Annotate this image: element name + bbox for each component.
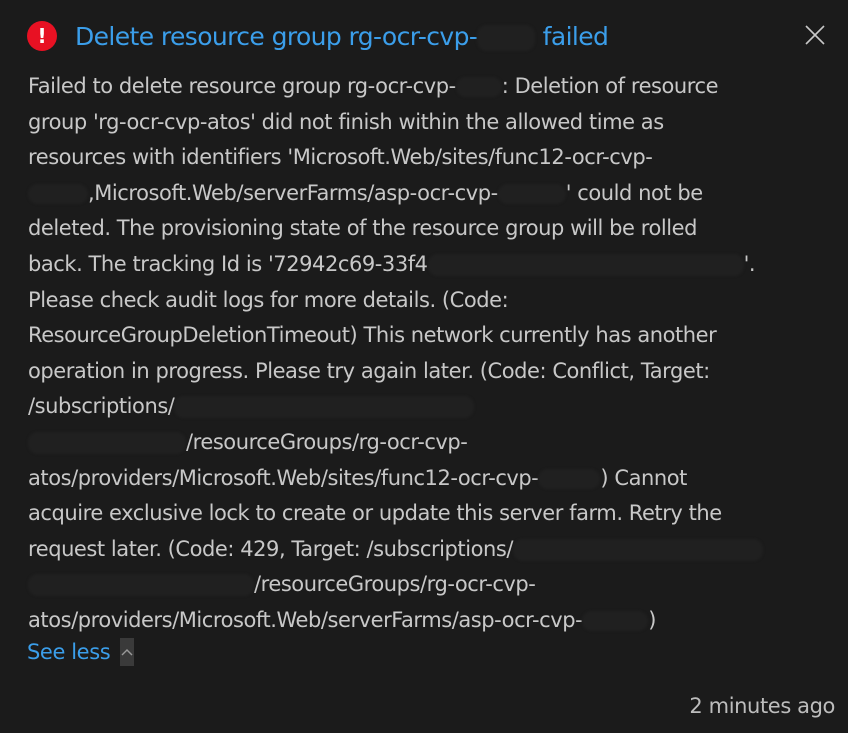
message-line: /subscriptions/ (28, 389, 828, 425)
redacted-text (497, 183, 566, 204)
redacted-text (427, 253, 744, 276)
message-line: Failed to delete resource group rg-ocr-c… (28, 69, 828, 105)
message-text: '. (743, 251, 756, 276)
message-line: operation in progress. Please try again … (28, 358, 710, 383)
message-line: ResourceGroupDeletionTimeout) This netwo… (28, 323, 717, 348)
message-text: ,Microsoft.Web/serverFarms/asp-ocr-cvp- (88, 180, 498, 205)
close-button[interactable] (800, 20, 830, 50)
message-line: back. The tracking Id is '72942c69-33f4 '… (28, 247, 828, 283)
redacted-text (477, 24, 536, 51)
redacted-text (28, 183, 88, 204)
timestamp: 2 minutes ago (689, 694, 835, 718)
notification-title: Delete resource group rg-ocr-cvp- failed (75, 21, 609, 51)
message-text: ) Cannot (600, 465, 687, 490)
message-line: acquire exclusive lock to create or upda… (28, 501, 722, 526)
message-line: ,Microsoft.Web/serverFarms/asp-ocr-cvp- '… (28, 176, 828, 212)
close-icon (805, 25, 825, 45)
redacted-text (28, 574, 254, 597)
message-line: deleted. The provisioning state of the r… (28, 216, 697, 241)
message-line: /resourceGroups/rg-ocr-cvp- (28, 567, 828, 603)
notification-toast: ! Delete resource group rg-ocr-cvp- fail… (0, 0, 848, 733)
message-text: ) (648, 607, 656, 632)
message-line: atos/providers/Microsoft.Web/serverFarms… (28, 603, 828, 639)
message-line: atos/providers/Microsoft.Web/sites/func1… (28, 461, 828, 497)
message-line: group 'rg-ocr-cvp-atos' did not finish w… (28, 109, 664, 134)
redacted-text (582, 610, 649, 631)
message-text: back. The tracking Id is '72942c69-33f4 (28, 251, 428, 276)
error-icon: ! (27, 21, 57, 51)
see-less-row: See less (27, 638, 135, 666)
notification-header: ! Delete resource group rg-ocr-cvp- fail… (27, 18, 609, 54)
redacted-text (174, 396, 475, 419)
message-text: atos/providers/Microsoft.Web/serverFarms… (28, 607, 583, 632)
redacted-text (538, 468, 601, 489)
message-line: resources with identifiers 'Microsoft.We… (28, 145, 653, 170)
notification-message: Failed to delete resource group rg-ocr-c… (28, 69, 828, 639)
redacted-text (512, 538, 763, 561)
redacted-text (28, 431, 186, 454)
message-text: ' could not be (565, 180, 703, 205)
message-text: Failed to delete resource group rg-ocr-c… (28, 74, 456, 98)
message-line: /resourceGroups/rg-ocr-cvp- (28, 425, 828, 461)
message-text: /resourceGroups/rg-ocr-cvp- (186, 429, 468, 454)
title-suffix: failed (535, 21, 609, 51)
title-prefix: Delete resource group rg-ocr-cvp- (75, 21, 478, 51)
chevron-up-icon[interactable] (120, 638, 135, 666)
message-text: /resourceGroups/rg-ocr-cvp- (254, 572, 536, 597)
redacted-text (455, 77, 502, 97)
message-line: Please check audit logs for more details… (28, 287, 509, 312)
message-text: /subscriptions/ (28, 394, 175, 419)
message-text: : Deletion of resource (501, 74, 719, 98)
message-text: request later. (Code: 429, Target: /subs… (28, 536, 513, 561)
message-line: request later. (Code: 429, Target: /subs… (28, 532, 828, 568)
message-text: atos/providers/Microsoft.Web/sites/func1… (28, 465, 539, 490)
see-less-link[interactable]: See less (27, 640, 111, 664)
